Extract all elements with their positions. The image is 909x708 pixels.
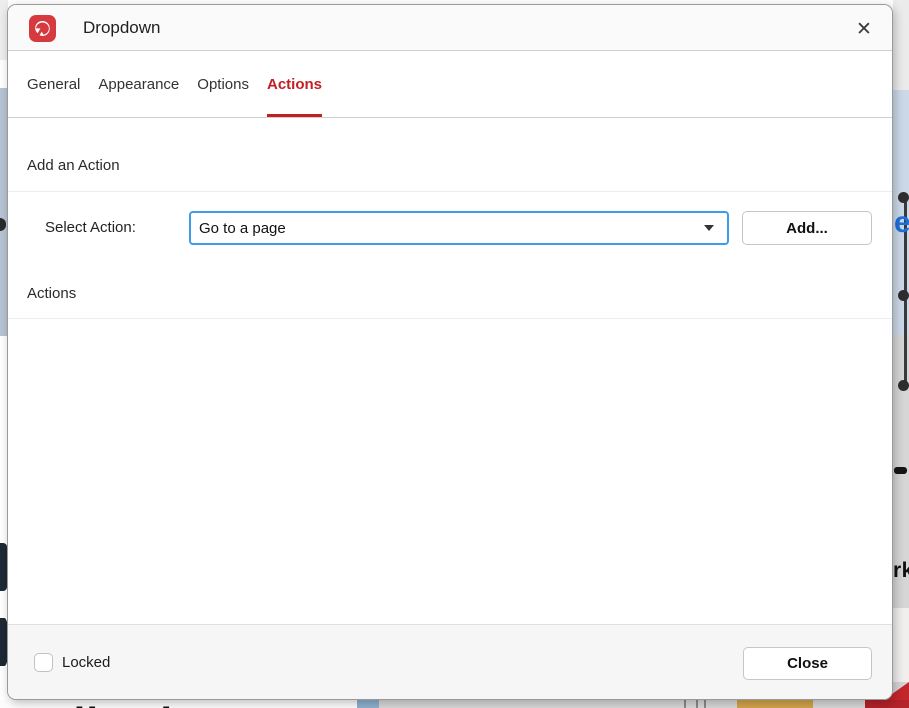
close-button[interactable]: Close [743, 647, 872, 680]
chevron-down-icon [704, 225, 714, 231]
background-selection-handle [898, 380, 909, 391]
background-text-fragment [0, 543, 7, 591]
acrobat-app-icon [29, 15, 56, 42]
background-line-fragment [696, 700, 698, 708]
tab-options[interactable]: Options [197, 51, 249, 117]
background-image-fragment [357, 700, 379, 708]
select-action-label: Select Action: [45, 211, 136, 245]
dialog-tab-bar: General Appearance Options Actions [8, 51, 892, 118]
section-divider [8, 191, 892, 192]
section-divider [8, 318, 892, 319]
background-gold-bar-fragment [737, 700, 813, 708]
acrobat-logo-glyph [33, 19, 52, 38]
background-text-fragment: rk [893, 556, 909, 586]
dialog-title: Dropdown [83, 5, 161, 51]
tab-general[interactable]: General [27, 51, 80, 117]
dialog-footer: Locked Close [8, 624, 892, 699]
tab-actions[interactable]: Actions [267, 51, 322, 117]
close-icon[interactable]: ✕ [848, 13, 880, 45]
background-selection-handle [898, 290, 909, 301]
dialog-titlebar: Dropdown ✕ [8, 5, 892, 51]
background-page-right-top [893, 0, 909, 90]
select-action-dropdown[interactable]: Go to a page [189, 211, 729, 245]
background-panel-fragment [893, 608, 909, 682]
select-action-value: Go to a page [191, 220, 704, 237]
dialog-body: Add an Action Select Action: Go to a pag… [8, 118, 892, 624]
add-button[interactable]: Add... [742, 211, 872, 245]
background-scrollbar-mark [894, 467, 907, 474]
background-field-name-fragment: e [894, 206, 909, 240]
dropdown-properties-dialog: Dropdown ✕ General Appearance Options Ac… [7, 4, 893, 700]
locked-checkbox-row[interactable]: Locked [34, 653, 110, 672]
background-line-fragment [684, 700, 686, 708]
locked-checkbox[interactable] [34, 653, 53, 672]
actions-heading: Actions [27, 285, 76, 302]
add-an-action-heading: Add an Action [27, 157, 120, 174]
tab-appearance[interactable]: Appearance [98, 51, 179, 117]
background-logo-fragment [865, 700, 909, 708]
locked-label: Locked [62, 654, 110, 671]
background-page-bottom-gray [357, 700, 909, 708]
background-selection-handle [898, 192, 909, 203]
background-line-fragment [704, 700, 706, 708]
